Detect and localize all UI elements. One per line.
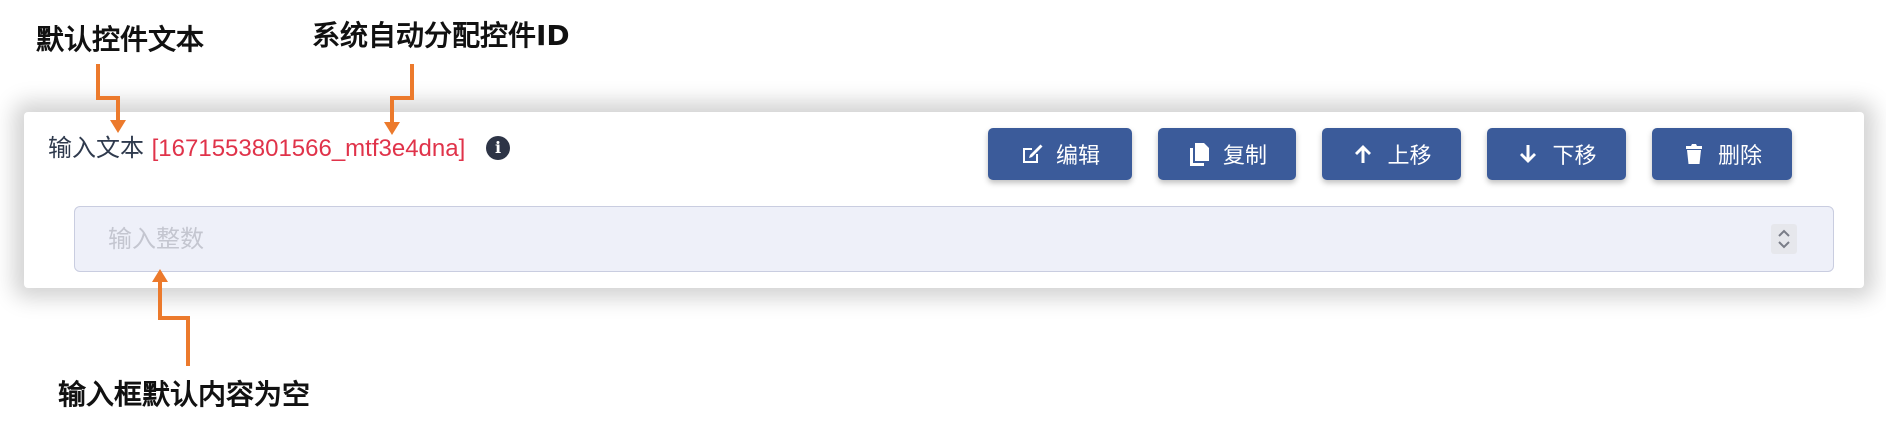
delete-button[interactable]: 删除 [1652,128,1792,180]
arrow-empty-input [158,282,190,366]
edit-icon [1020,142,1044,166]
annotation-empty-input: 输入框默认内容为空 [58,378,311,411]
arrow-down-icon [1516,142,1540,166]
copy-icon [1187,142,1211,166]
stepper-icon[interactable] [1771,224,1797,254]
annotation-auto-id: 系统自动分配控件ID [312,19,570,52]
integer-input[interactable] [75,207,1755,271]
copy-button-label: 复制 [1222,144,1267,169]
info-icon[interactable]: i [486,136,510,160]
arrow-up-icon [1351,142,1375,166]
move-down-button[interactable]: 下移 [1487,128,1626,180]
trash-icon [1682,142,1706,166]
integer-input-box [74,206,1834,272]
field-label: 输入文本 [1671553801566_mtf3e4dna] [48,134,465,163]
copy-button[interactable]: 复制 [1158,128,1296,180]
field-label-text: 输入文本 [48,134,144,162]
field-id: [1671553801566_mtf3e4dna] [151,135,466,162]
edit-button[interactable]: 编辑 [988,128,1132,180]
move-down-button-label: 下移 [1552,144,1597,169]
annotation-default-text: 默认控件文本 [36,23,205,56]
move-up-button-label: 上移 [1387,144,1432,169]
delete-button-label: 删除 [1717,144,1762,169]
move-up-button[interactable]: 上移 [1322,128,1461,180]
edit-button-label: 编辑 [1055,144,1100,169]
